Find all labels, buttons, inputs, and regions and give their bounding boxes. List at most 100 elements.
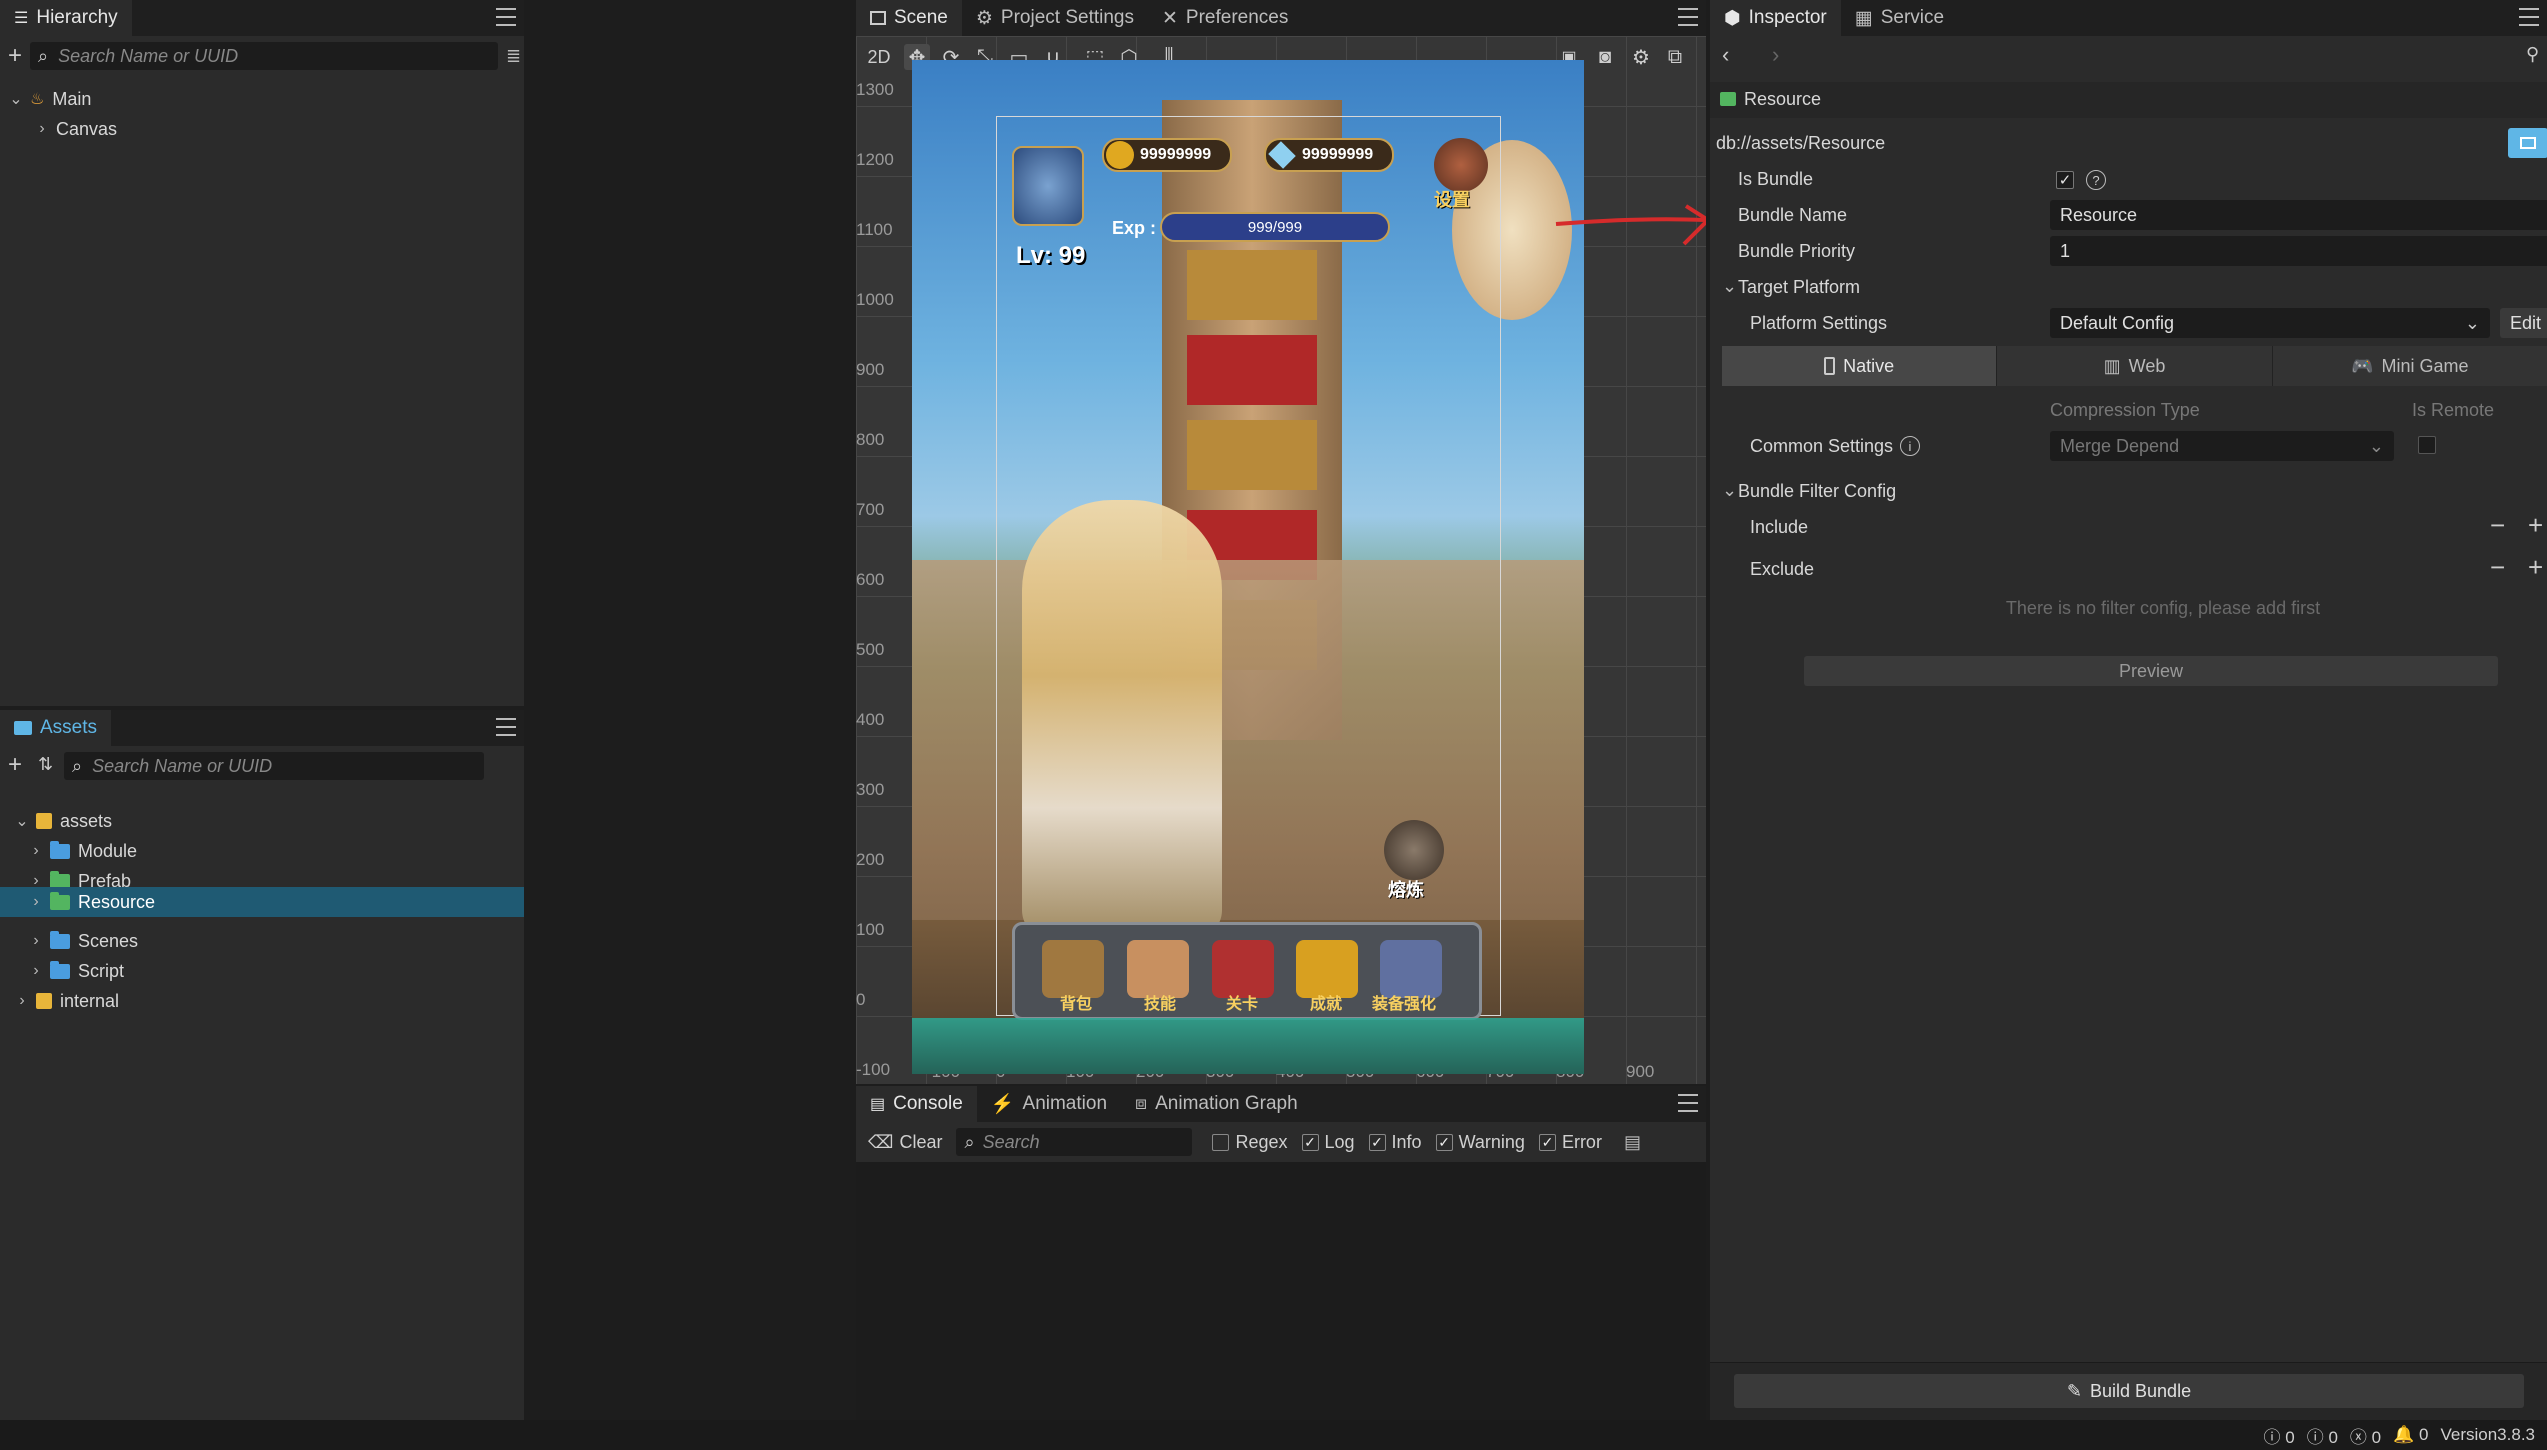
is-remote-checkbox[interactable] [2418,436,2436,454]
console-search-input[interactable]: ⌕ Search [956,1128,1193,1156]
layers-icon: ☰ [14,10,29,27]
scene-menu-icon[interactable] [1678,8,1698,26]
asset-path: db://assets/Resource [1716,133,1886,153]
assets-menu-icon[interactable] [496,718,516,736]
bag-label: 背包 [1060,996,1093,1013]
collapse-all-icon[interactable]: ≣ [506,46,521,67]
chevron-right-icon[interactable]: › [30,872,42,889]
hierarchy-search-input[interactable]: ⌕ Search Name or UUID [30,42,498,70]
tab-animation[interactable]: ⚡ Animation [977,1086,1121,1122]
status-notification-count[interactable]: 🔔 0 [2393,1425,2428,1445]
tree-node-internal[interactable]: › internal [16,986,119,1016]
platform-settings-select[interactable]: Default Config ⌄ [2050,308,2490,338]
scene-settings-gear-icon[interactable]: ⚙ [1628,44,1654,70]
hierarchy-menu-icon[interactable] [496,8,516,26]
game-canvas[interactable]: 99999999 99999999 Exp : 999/999 Lv: 99 设… [912,60,1584,1074]
bundle-folder-icon [50,891,70,910]
skill-label: 技能 [1144,996,1177,1013]
console-options-icon[interactable]: ▤ [1624,1132,1641,1153]
tab-hierarchy[interactable]: ☰ Hierarchy [0,0,132,36]
chevron-right-icon[interactable]: › [36,120,48,137]
tab-web[interactable]: ▥ Web [1996,346,2271,386]
open-folder-button[interactable] [2508,128,2547,158]
status-warning-count[interactable]: ⓘ 0 [2307,1423,2338,1448]
inspector-menu-icon[interactable] [2519,8,2539,26]
settings-button[interactable] [1434,138,1488,192]
tree-node-scenes[interactable]: › Scenes [30,926,138,956]
bundle-priority-input[interactable]: 1 [2050,236,2547,266]
status-error-count[interactable]: ⓧ 0 [2350,1423,2381,1448]
build-bundle-button[interactable]: ✎ Build Bundle [1734,1374,2524,1408]
assets-search-input[interactable]: ⌕ Search Name or UUID [64,752,484,780]
console-menu-icon[interactable] [1678,1094,1698,1112]
hierarchy-tabbar: ☰ Hierarchy [0,0,524,36]
edit-button[interactable]: Edit [2500,308,2547,338]
search-icon: ⌕ [72,755,83,776]
tab-scene[interactable]: Scene [856,0,962,36]
bundle-name-input[interactable]: Resource [2050,200,2547,230]
error-checkbox[interactable]: ✓ Error [1538,1132,1602,1153]
status-info-count[interactable]: ⓘ 0 [2264,1423,2295,1448]
settings-label: 设置 [1434,190,1470,210]
minus-icon[interactable]: − [2490,552,2505,583]
tree-node-canvas[interactable]: › Canvas [36,114,117,144]
tab-console[interactable]: ▤ Console [856,1086,977,1122]
version-label: Version3.8.3 [2440,1425,2535,1444]
clear-button[interactable]: ⌫ Clear [868,1132,942,1153]
scene-panel: Scene ⚙ Project Settings ✕ Preferences 2… [856,0,1706,1084]
tab-mini-game[interactable]: 🎮 Mini Game [2271,346,2547,386]
tree-node-main[interactable]: ⌄ ♨ Main [9,84,91,114]
tree-node-module[interactable]: › Module [30,836,137,866]
tree-node-assets[interactable]: ⌄ assets [15,806,112,836]
screenshot-icon[interactable]: ⧉ [1662,44,1688,70]
bundle-name-label: Bundle Name [1738,205,1848,225]
chevron-right-icon[interactable]: › [30,842,42,859]
tab-preferences[interactable]: ✕ Preferences [1148,0,1302,36]
chevron-right-icon[interactable]: › [30,962,42,979]
chevron-right-icon[interactable]: › [30,893,42,910]
forge-button[interactable] [1384,820,1444,880]
is-bundle-label: Is Bundle [1738,169,1814,189]
add-asset-icon[interactable]: + [8,751,22,779]
add-node-icon[interactable]: + [8,42,22,70]
plus-icon[interactable]: + [2528,510,2543,541]
compression-type-select[interactable]: Merge Depend ⌄ [2050,431,2394,461]
help-icon[interactable]: ? [2086,170,2106,190]
is-bundle-checkbox[interactable]: ✓ [2056,171,2074,189]
minus-icon[interactable]: − [2490,510,2505,541]
pin-icon[interactable]: ⚲ [2526,44,2539,65]
folder-icon [14,721,32,735]
tab-assets[interactable]: Assets [0,710,112,746]
camera-icon[interactable]: ◙ [1592,44,1618,70]
asset-name: Resource [1744,89,1822,109]
regex-checkbox[interactable]: Regex [1212,1132,1288,1153]
log-checkbox[interactable]: ✓ Log [1301,1132,1355,1153]
tree-node-resource[interactable]: › Resource [30,887,155,917]
terminal-icon: ▤ [870,1096,886,1113]
achievement-label: 成就 [1310,996,1343,1013]
chevron-down-icon[interactable]: ⌄ [15,813,28,830]
tab-inspector[interactable]: ⬢ Inspector [1710,0,1841,36]
chevron-down-icon[interactable]: ⌄ [9,91,22,108]
info-checkbox[interactable]: ✓ Info [1368,1132,1422,1153]
tab-project-settings[interactable]: ⚙ Project Settings [962,0,1148,36]
tab-native[interactable]: Native [1722,346,1997,386]
chevron-right-icon[interactable]: › [30,932,42,949]
chevron-down-icon: ⌄ [2368,435,2384,456]
tab-animation-graph[interactable]: ⧈ Animation Graph [1121,1086,1312,1122]
tab-service[interactable]: ▦ Service [1841,0,1958,36]
chevron-right-icon[interactable]: › [16,992,28,1009]
warning-checkbox[interactable]: ✓ Warning [1435,1132,1525,1153]
forward-arrow-icon[interactable]: › [1772,42,1779,68]
chevron-down-icon[interactable]: ⌄ [1722,480,1737,501]
avatar[interactable] [1012,146,1084,226]
plus-icon[interactable]: + [2528,552,2543,583]
chevron-down-icon[interactable]: ⌄ [1722,276,1737,297]
preview-button[interactable]: Preview [1804,656,2498,686]
back-arrow-icon[interactable]: ‹ [1722,42,1729,68]
tree-node-script[interactable]: › Script [30,956,124,986]
info-icon: ⓘ [2263,1427,2281,1447]
toggle-2d-button[interactable]: 2D [866,44,892,70]
sort-icon[interactable]: ⇅ [38,754,53,775]
info-icon[interactable]: i [1900,436,1920,456]
